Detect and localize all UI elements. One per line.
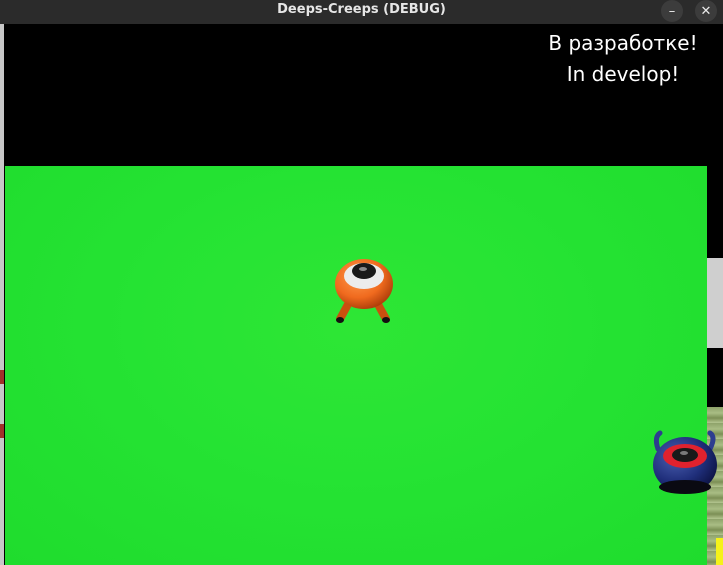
orange-creep[interactable] [330,257,398,329]
minimize-button[interactable]: – [661,0,683,22]
minimize-icon: – [668,3,676,19]
game-viewport[interactable]: В разработке! In develop! [0,24,723,565]
creep-base [659,480,711,494]
close-button[interactable]: ✕ [695,0,717,22]
right-edge-panel [707,166,723,565]
left-edge-marker [0,370,4,384]
left-edge-strip [0,24,4,565]
creep-foot [382,317,390,323]
creep-horn [707,430,716,452]
creep-eye-pupil [352,263,376,279]
banner-line-en: In develop! [566,62,680,86]
creep-horn [653,430,663,452]
left-edge-marker [0,424,4,438]
creep-eye-highlight [359,267,367,271]
right-edge-yellow-block [716,538,723,565]
development-banner: В разработке! In develop! [523,28,723,90]
close-icon: ✕ [700,3,712,19]
green-ground-plane[interactable] [5,166,707,565]
window-titlebar: Deeps-Creeps (DEBUG) – ✕ [0,0,723,24]
window-title: Deeps-Creeps (DEBUG) [277,2,446,17]
creep-foot [336,317,344,323]
right-edge-gray-block [707,258,723,348]
banner-line-ru: В разработке! [548,31,698,55]
blue-creep[interactable] [650,429,720,497]
creep-eye-highlight [680,451,688,455]
creep-eye-pupil [672,448,698,462]
